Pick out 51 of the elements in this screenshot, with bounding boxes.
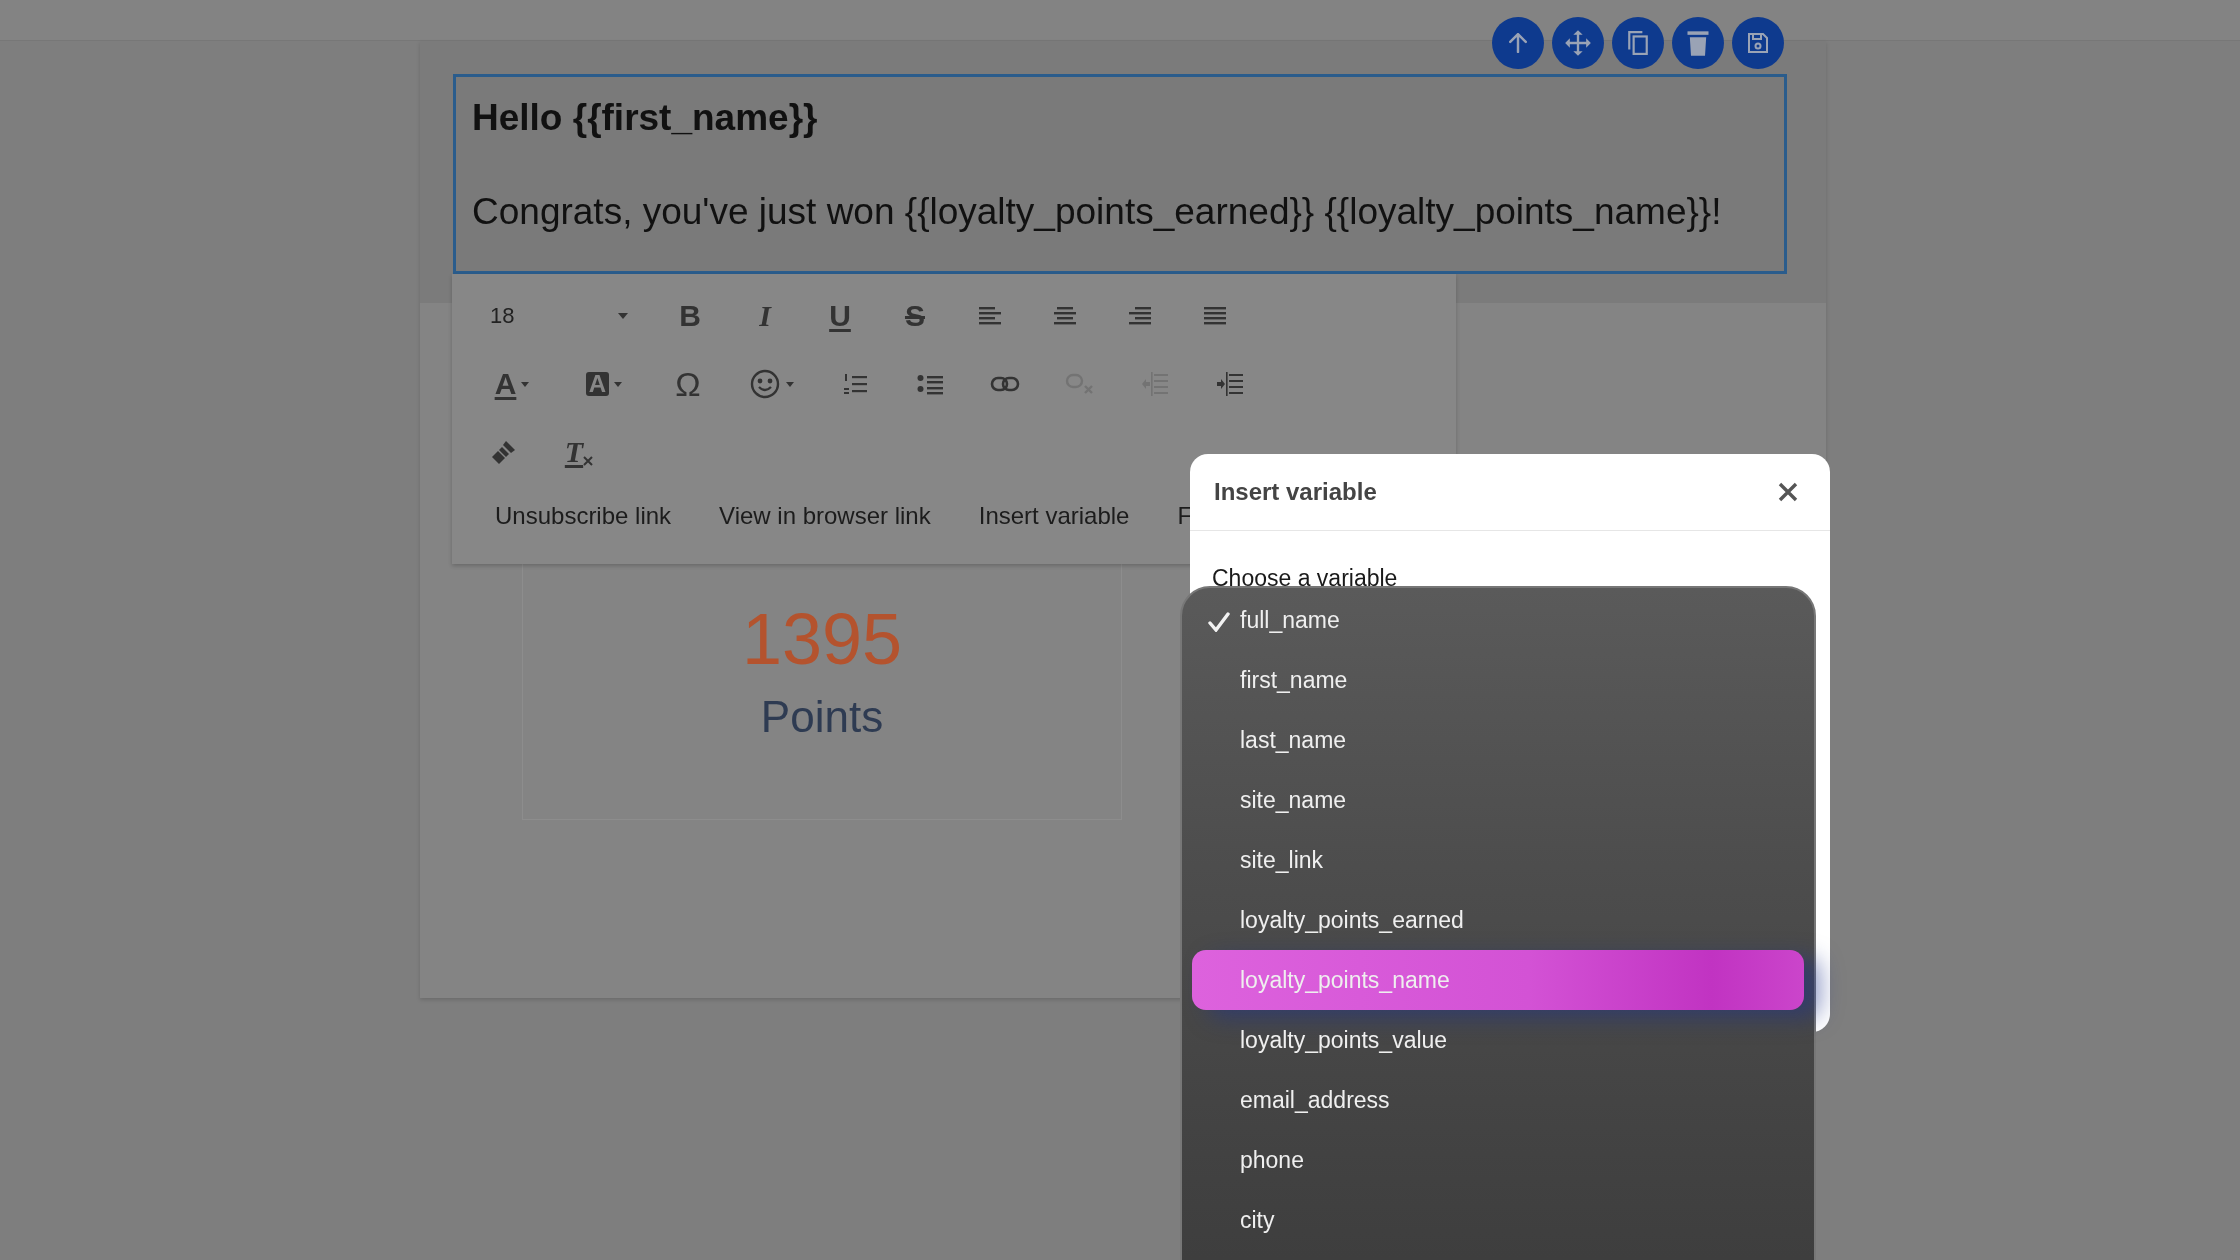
align-left-icon [979,307,1001,325]
strike-button[interactable]: S [887,291,943,341]
menu-item[interactable]: full_name [1192,590,1804,650]
menu-item[interactable]: email_address [1192,1070,1804,1130]
justify-icon [1204,307,1226,325]
caret-icon [618,313,628,319]
menu-item[interactable]: city [1192,1190,1804,1250]
field-label: Choose a variable [1212,565,1399,591]
italic-button[interactable]: I [737,291,793,341]
menu-item[interactable]: loyalty_points_earned [1192,890,1804,950]
merge-tag-link[interactable]: F [1177,502,1193,530]
copy-icon [1628,31,1648,55]
text-editor[interactable]: Hello {{first_name}} Congrats, you've just won {{loyalty_points_earned}} {{loyalty_points_name}}! [453,74,1787,274]
merge-tag-link[interactable]: Insert variable [978,502,1130,530]
arrow-up-icon [1509,33,1527,53]
dialog-title: Insert variable [1214,478,1377,506]
caret-icon [785,381,794,387]
menu-item[interactable]: loyalty_points_value [1192,1010,1804,1070]
font-size-select[interactable]: 18 [476,294,636,338]
points-label: Points [760,692,884,742]
caret-icon [614,381,623,387]
clear-format-button[interactable]: T [551,427,607,477]
points-value: 1395 [741,598,903,680]
bullet-list-icon [917,373,943,395]
trash-icon [1686,29,1710,57]
align-center-icon [1054,307,1076,325]
bold-button[interactable]: B [662,291,718,341]
menu-item[interactable]: site_name [1192,770,1804,830]
menu-item[interactable]: first_name [1192,650,1804,710]
smiley-icon [748,368,781,400]
caret-icon [521,381,530,387]
indent-icon [1217,372,1243,396]
merge-tag-link[interactable]: View in browser link [719,502,931,530]
highlight-button[interactable]: A [568,359,640,409]
special-char-button[interactable]: Ω [660,359,716,409]
menu-item[interactable]: loyalty_points_name [1192,950,1804,1010]
merge-tag-link[interactable]: Unsubscribe link [495,502,672,530]
move-icon [1564,29,1592,57]
heading-text: Hello {{first_name}} [472,97,819,139]
underline-button[interactable]: U [812,291,868,341]
body-text: Congrats, you've just won {{loyalty_points_earned}} {{loyalty_points_name}}! [472,191,1723,233]
menu-item[interactable]: last_name [1192,710,1804,770]
link-icon [990,376,1020,392]
align-right-icon [1129,307,1151,325]
paintbrush-icon [490,438,518,466]
x-icon [583,456,594,466]
numbered-list-icon [843,372,867,396]
close-icon [1778,482,1798,502]
text-color-button[interactable]: A [476,359,548,409]
menu-item[interactable]: phone [1192,1130,1804,1190]
menu-item[interactable]: site_link [1192,830,1804,890]
